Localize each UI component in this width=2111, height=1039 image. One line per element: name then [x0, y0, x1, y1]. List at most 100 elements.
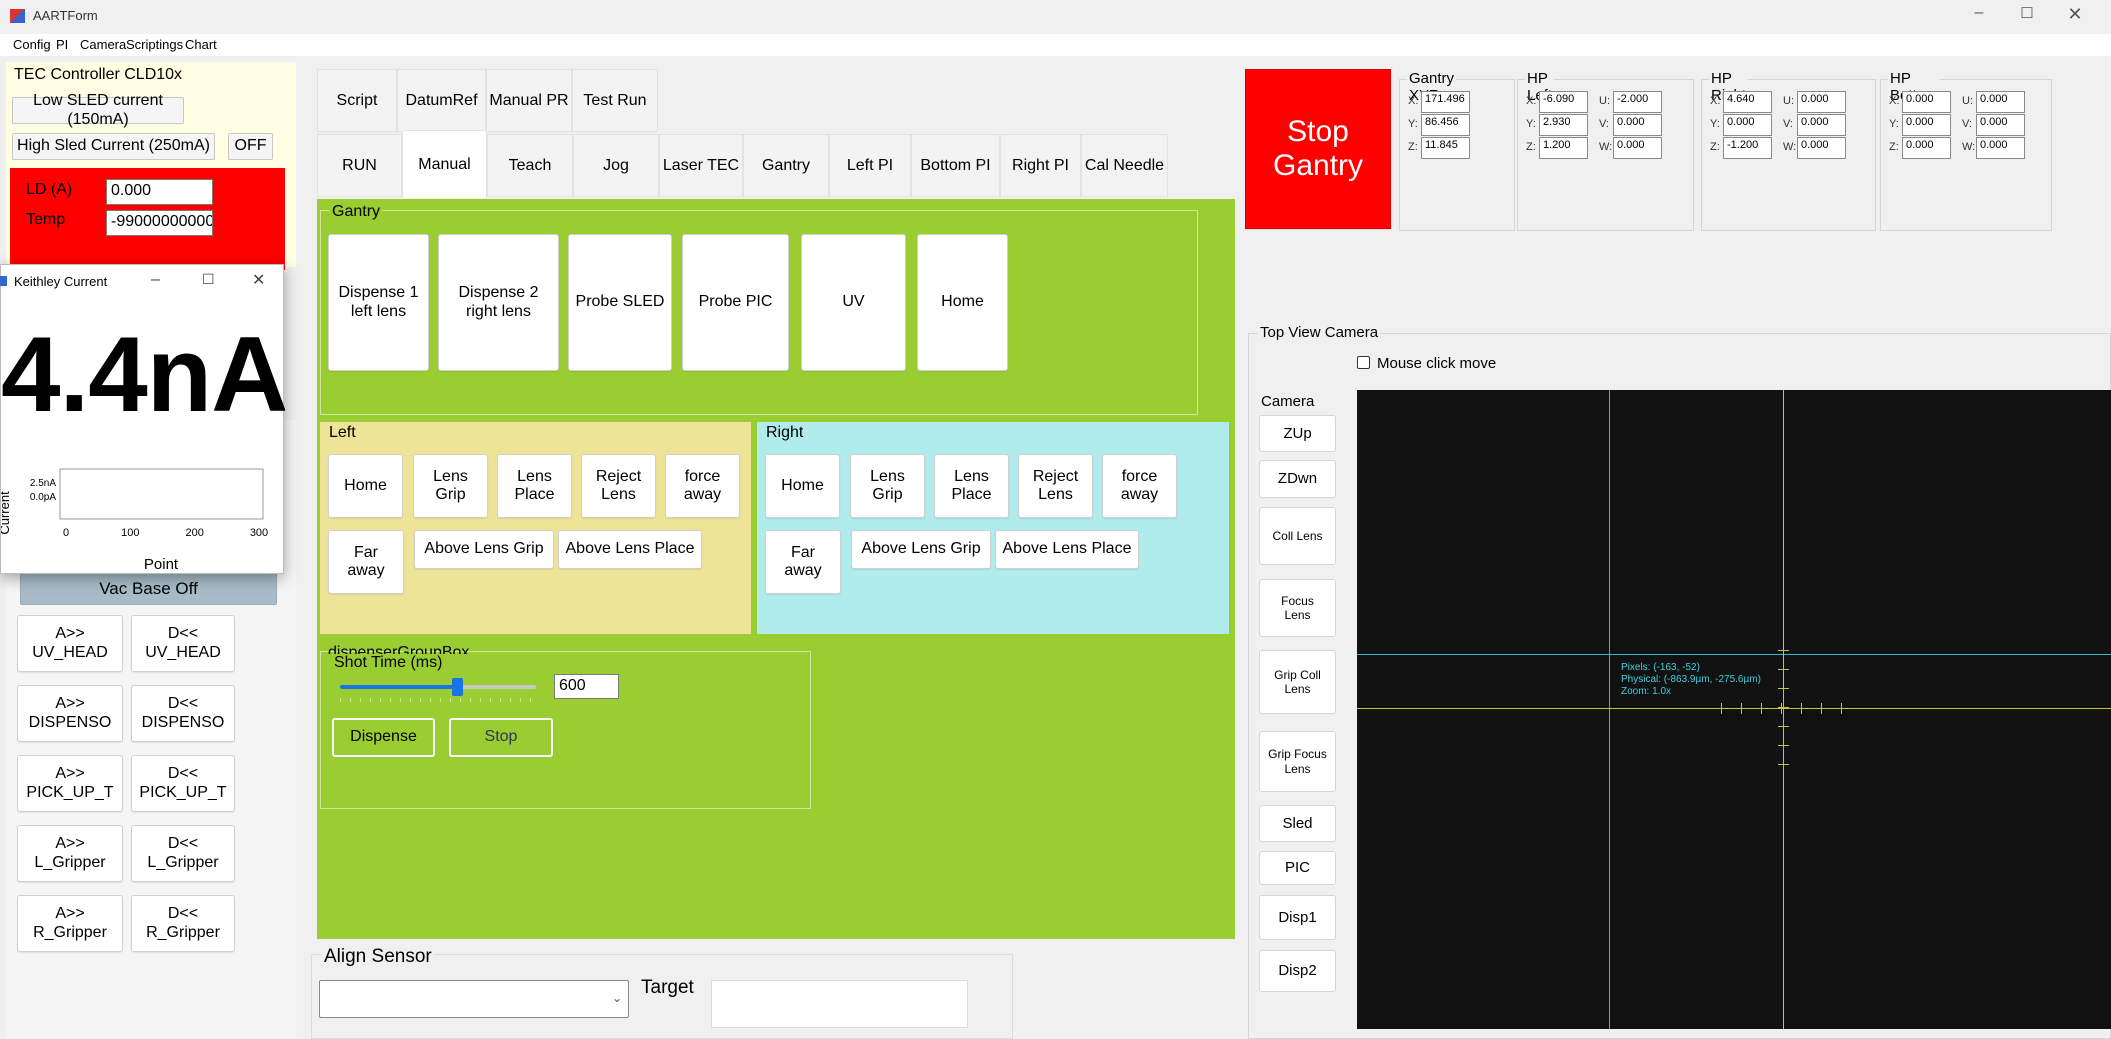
right-above-lens-grip-button[interactable]: Above Lens Grip [851, 530, 991, 569]
axis-value-field[interactable]: 0.000 [1976, 137, 2025, 159]
stop-gantry-button[interactable]: Stop Gantry [1245, 69, 1391, 229]
tab-jog[interactable]: Jog [573, 134, 659, 197]
left-home-button[interactable]: Home [328, 454, 403, 518]
axis-value-field[interactable]: 1.200 [1539, 137, 1588, 159]
tab-datumref[interactable]: DatumRef [397, 69, 486, 132]
camera-zdwn-button[interactable]: ZDwn [1259, 460, 1336, 498]
gantry-probe-pic-button[interactable]: Probe PIC [682, 234, 789, 371]
axis-value-field[interactable]: -6.090 [1539, 91, 1588, 113]
right-lens-place-button[interactable]: Lens Place [934, 454, 1009, 518]
gantry-dispense-2-right-lens-button[interactable]: Dispense 2 right lens [438, 234, 559, 371]
temp-field[interactable]: -99000000000 [106, 210, 213, 236]
tab-script[interactable]: Script [317, 69, 397, 132]
gantry-home-button[interactable]: Home [917, 234, 1008, 371]
axis-value-field[interactable]: 0.000 [1902, 137, 1951, 159]
left-above-lens-grip-button[interactable]: Above Lens Grip [414, 530, 554, 569]
menu-scriptings[interactable]: Scriptings [126, 37, 183, 52]
valve-d-pick-up-t-button[interactable]: D<< PICK_UP_T [131, 755, 235, 812]
valve-a-uv-head-button[interactable]: A>> UV_HEAD [17, 615, 123, 672]
mouse-move-checkbox[interactable] [1357, 356, 1370, 369]
tab-manual-pr[interactable]: Manual PR [486, 69, 572, 132]
tab-bottom-pi[interactable]: Bottom PI [911, 134, 1000, 197]
tab-teach[interactable]: Teach [487, 134, 573, 197]
dispense-button[interactable]: Dispense [332, 718, 435, 757]
target-field[interactable] [711, 980, 968, 1028]
tab-gantry[interactable]: Gantry [743, 134, 829, 197]
vac-base-button[interactable]: Vac Base Off [20, 573, 277, 605]
axis-value-field[interactable]: 4.640 [1723, 91, 1772, 113]
tab-laser-tec[interactable]: Laser TEC [659, 134, 743, 197]
minimize-icon[interactable]: – [1966, 4, 1992, 28]
left-above-lens-place-button[interactable]: Above Lens Place [558, 530, 702, 569]
ld-field[interactable]: 0.000 [106, 179, 213, 205]
slider-thumb[interactable] [451, 678, 463, 696]
gantry-uv-button[interactable]: UV [801, 234, 906, 371]
left-force-away-button[interactable]: force away [665, 454, 740, 518]
valve-a-l-gripper-button[interactable]: A>> L_Gripper [17, 825, 123, 882]
axis-value-field[interactable]: 86.456 [1421, 114, 1470, 136]
gantry-probe-sled-button[interactable]: Probe SLED [568, 234, 672, 371]
shot-time-slider[interactable] [340, 678, 536, 708]
right-home-button[interactable]: Home [765, 454, 840, 518]
axis-value-field[interactable]: 0.000 [1797, 137, 1846, 159]
axis-value-field[interactable]: 0.000 [1976, 114, 2025, 136]
axis-value-field[interactable]: 0.000 [1797, 91, 1846, 113]
axis-value-field[interactable]: 0.000 [1723, 114, 1772, 136]
axis-value-field[interactable]: -1.200 [1723, 137, 1772, 159]
off-button[interactable]: OFF [228, 133, 273, 160]
camera-grip-focus-lens-button[interactable]: Grip Focus Lens [1259, 731, 1336, 792]
stop-dispense-button[interactable]: Stop [449, 718, 553, 757]
camera-disp2-button[interactable]: Disp2 [1259, 950, 1336, 992]
tab-test-run[interactable]: Test Run [572, 69, 658, 132]
shot-time-field[interactable]: 600 [554, 674, 619, 699]
keithley-maximize-icon[interactable]: ☐ [202, 271, 215, 288]
right-force-away-button[interactable]: force away [1102, 454, 1177, 518]
axis-value-field[interactable]: 0.000 [1613, 114, 1662, 136]
axis-value-field[interactable]: 171.496 [1421, 91, 1470, 113]
valve-d-dispenso-button[interactable]: D<< DISPENSO [131, 685, 235, 742]
axis-value-field[interactable]: 11.845 [1421, 137, 1470, 159]
valve-a-r-gripper-button[interactable]: A>> R_Gripper [17, 895, 123, 952]
axis-value-field[interactable]: -2.000 [1613, 91, 1662, 113]
axis-value-field[interactable]: 0.000 [1797, 114, 1846, 136]
tab-run[interactable]: RUN [317, 134, 402, 197]
tab-cal-needle[interactable]: Cal Needle [1081, 134, 1168, 197]
axis-value-field[interactable]: 2.930 [1539, 114, 1588, 136]
valve-a-pick-up-t-button[interactable]: A>> PICK_UP_T [17, 755, 123, 812]
tab-right-pi[interactable]: Right PI [1000, 134, 1081, 197]
camera-zup-button[interactable]: ZUp [1259, 415, 1336, 452]
camera-coll-lens-button[interactable]: Coll Lens [1259, 507, 1336, 565]
keithley-minimize-icon[interactable]: – [151, 271, 160, 289]
camera-focus-lens-button[interactable]: Focus Lens [1259, 579, 1336, 637]
axis-value-field[interactable]: 0.000 [1976, 91, 2025, 113]
tab-left-pi[interactable]: Left PI [829, 134, 911, 197]
menu-camera[interactable]: Camera [80, 37, 126, 52]
valve-d-l-gripper-button[interactable]: D<< L_Gripper [131, 825, 235, 882]
gantry-dispense-1-left-lens-button[interactable]: Dispense 1 left lens [328, 234, 429, 371]
tab-manual[interactable]: Manual [402, 130, 487, 198]
axis-value-field[interactable]: 0.000 [1613, 137, 1662, 159]
left-lens-place-button[interactable]: Lens Place [497, 454, 572, 518]
axis-value-field[interactable]: 0.000 [1902, 91, 1951, 113]
high-sled-button[interactable]: High Sled Current (250mA) [12, 133, 215, 160]
keithley-close-icon[interactable]: ✕ [252, 270, 265, 290]
menu-pi[interactable]: PI [56, 37, 68, 52]
right-reject-lens-button[interactable]: Reject Lens [1018, 454, 1093, 518]
valve-d-uv-head-button[interactable]: D<< UV_HEAD [131, 615, 235, 672]
camera-disp1-button[interactable]: Disp1 [1259, 895, 1336, 940]
maximize-icon[interactable]: ☐ [2014, 4, 2040, 28]
left-lens-grip-button[interactable]: Lens Grip [413, 454, 488, 518]
close-icon[interactable]: ✕ [2062, 4, 2088, 28]
menu-chart[interactable]: Chart [185, 37, 217, 52]
camera-sled-button[interactable]: Sled [1259, 805, 1336, 842]
right-far-away-button[interactable]: Far away [765, 530, 841, 594]
axis-value-field[interactable]: 0.000 [1902, 114, 1951, 136]
right-lens-grip-button[interactable]: Lens Grip [850, 454, 925, 518]
align-sensor-select[interactable]: ⌄ [319, 980, 629, 1018]
camera-view[interactable]: Pixels: (-163, -52) Physical: (-863.9µm,… [1357, 390, 2111, 1029]
low-sled-button[interactable]: Low SLED current (150mA) [12, 92, 184, 128]
left-far-away-button[interactable]: Far away [328, 530, 404, 594]
right-above-lens-place-button[interactable]: Above Lens Place [995, 530, 1139, 569]
camera-grip-coll-lens-button[interactable]: Grip Coll Lens [1259, 650, 1336, 714]
menu-config[interactable]: Config [13, 37, 51, 52]
